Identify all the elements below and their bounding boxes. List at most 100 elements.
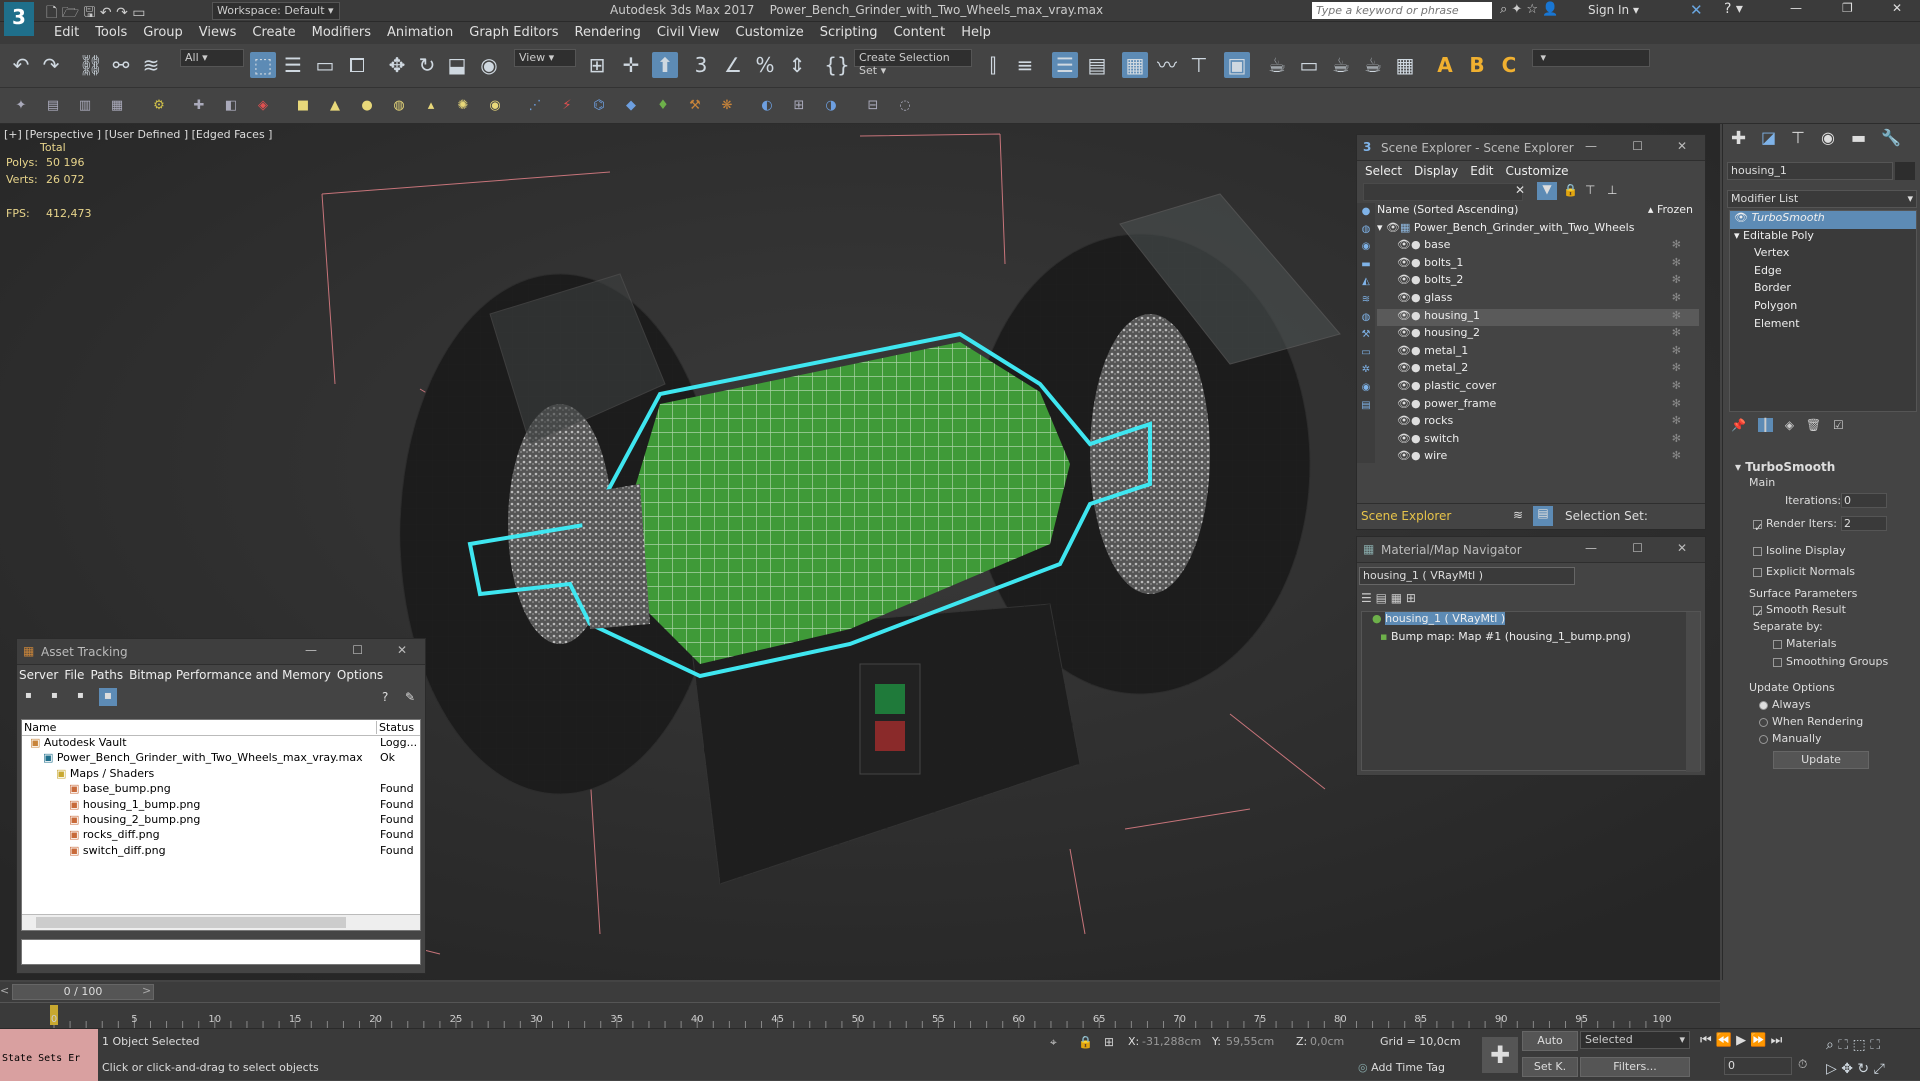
se-filter-icons[interactable]: ● ◍ ◉ ▬ ◭ ≋ ◍ ⚒ ▭ ✲ ◉ ▤ xyxy=(1357,203,1375,414)
turbosmooth-rollout-title[interactable]: ▾ TurboSmooth xyxy=(1735,460,1835,474)
tool-icon-20[interactable]: ◌ xyxy=(894,95,916,117)
se-search-field[interactable] xyxy=(1363,183,1523,201)
viewport-nav-controls[interactable]: ⌕ ⛶ ⬚ ⛶ ▷ ✥ ↻ ⤢ xyxy=(1826,1033,1918,1081)
minimize-button[interactable]: — xyxy=(1790,1,1802,15)
tree-item-metal-2[interactable]: 👁● metal_2 ✻ xyxy=(1377,361,1699,379)
rendered-frame-window-icon[interactable]: ▭ xyxy=(1296,52,1322,78)
light-icon[interactable]: ✺ xyxy=(452,95,474,117)
material-navigator-header[interactable]: ▦ Material/Map Navigator — ☐ ✕ xyxy=(1357,537,1705,563)
stack-edge[interactable]: Edge xyxy=(1730,264,1916,282)
freeze-icon[interactable]: ✻ xyxy=(1672,309,1681,322)
eye-icon[interactable]: 👁 xyxy=(1397,291,1411,304)
help-icon[interactable]: ? ▾ xyxy=(1724,1,1743,17)
view-mode-icons[interactable]: ☰ ▤ ▦ ⊞ xyxy=(1361,591,1416,605)
se-menu-display[interactable]: Display xyxy=(1414,164,1458,178)
menu-tools[interactable]: Tools xyxy=(87,22,135,43)
bump-map-node[interactable]: ▪ Bump map: Map #1 (housing_1_bump.png) xyxy=(1362,630,1700,648)
absolute-mode-icon[interactable]: ⊞ xyxy=(1104,1035,1114,1049)
add-time-tag[interactable]: ◎ Add Time Tag xyxy=(1358,1061,1445,1074)
freeze-icon[interactable]: ✻ xyxy=(1672,256,1681,269)
freeze-icon[interactable]: ✻ xyxy=(1672,449,1681,462)
freeze-icon[interactable]: ✻ xyxy=(1672,273,1681,286)
menu-views[interactable]: Views xyxy=(191,22,245,43)
explicit-normals-checkbox[interactable]: Explicit Normals xyxy=(1753,565,1855,578)
search-tools-icons[interactable]: ⌕ ✦ ☆ 👤 xyxy=(1500,2,1558,17)
lock-icon[interactable]: 🔒 xyxy=(1563,183,1578,197)
object-name-field[interactable]: housing_1 xyxy=(1727,162,1893,180)
menu-customize[interactable]: Customize xyxy=(728,22,812,43)
tool-icon-2[interactable]: ▤ xyxy=(42,95,64,117)
freeze-icon[interactable]: ✻ xyxy=(1672,432,1681,445)
set-key-button[interactable]: Set K. xyxy=(1522,1057,1578,1077)
menu-group[interactable]: Group xyxy=(135,22,191,43)
tool-icon-1[interactable]: ✦ xyxy=(10,95,32,117)
close-icon[interactable]: ✕ xyxy=(397,643,407,657)
material-name-field[interactable]: housing_1 ( VRayMtl ) xyxy=(1359,567,1575,585)
window-crossing-icon[interactable]: ⧠ xyxy=(344,52,370,78)
se-menu-customize[interactable]: Customize xyxy=(1506,164,1569,178)
eye-icon[interactable]: 👁 xyxy=(1397,414,1411,427)
stack-polygon[interactable]: Polygon xyxy=(1730,299,1916,317)
close-icon[interactable]: ✕ xyxy=(1677,541,1687,555)
bind-space-warp-icon[interactable]: ≋ xyxy=(138,52,164,78)
motion-tab-icon[interactable]: ◉ xyxy=(1821,128,1835,147)
freeze-icon[interactable]: ✻ xyxy=(1672,291,1681,304)
se-footer-label[interactable]: Scene Explorer xyxy=(1361,509,1451,523)
tool-icon-6[interactable]: ✚ xyxy=(188,95,210,117)
eye-icon[interactable]: 👁 xyxy=(1397,238,1411,251)
tool-icon-8[interactable]: ◈ xyxy=(252,95,274,117)
tool-icon-12[interactable]: ◆ xyxy=(620,95,642,117)
make-unique-icon[interactable]: ◈ xyxy=(1785,418,1794,432)
playback-controls[interactable]: ⏮ ⏪ ▶ ⏩ ⏭ xyxy=(1700,1033,1782,1048)
create-tab-icon[interactable]: ✚ xyxy=(1731,128,1746,149)
unlink-icon[interactable]: ⚯ xyxy=(108,52,134,78)
asset-row[interactable]: ▣ Power_Bench_Grinder_with_Two_Wheels_ma… xyxy=(22,751,420,766)
camera-icon[interactable]: ◉ xyxy=(484,95,506,117)
asset-row[interactable]: ▣ switch_diff.png Found xyxy=(22,844,420,859)
maximize-icon[interactable]: ☐ xyxy=(1632,541,1643,555)
menu-animation[interactable]: Animation xyxy=(379,22,461,43)
reference-coord-dropdown[interactable]: View ▾ xyxy=(514,49,576,67)
eye-icon[interactable]: 👁 xyxy=(1397,449,1411,462)
torus-primitive-icon[interactable]: ◍ xyxy=(388,95,410,117)
asset-row[interactable]: ▣ base_bump.png Found xyxy=(22,782,420,797)
manually-radio[interactable]: Manually xyxy=(1759,732,1822,745)
update-button[interactable]: Update xyxy=(1773,751,1869,769)
scene-explorer-header[interactable]: 3 Scene Explorer - Scene Explorer — ☐ ✕ xyxy=(1357,135,1705,161)
tool-icon-17[interactable]: ⊞ xyxy=(788,95,810,117)
current-frame-field[interactable]: 0 xyxy=(1724,1057,1792,1075)
redo-icon[interactable]: ↷ xyxy=(38,52,64,78)
se-menu-select[interactable]: Select xyxy=(1365,164,1402,178)
menu-graph-editors[interactable]: Graph Editors xyxy=(461,22,566,43)
z-coordinate[interactable]: 0,0cm xyxy=(1310,1035,1364,1048)
always-radio[interactable]: Always xyxy=(1759,698,1811,711)
se-column-header[interactable]: Name (Sorted Ascending) ▴ Frozen xyxy=(1377,203,1699,221)
eye-icon[interactable]: 👁 xyxy=(1397,379,1411,392)
pyramid-primitive-icon[interactable]: ▴ xyxy=(420,95,442,117)
tree-item-base[interactable]: 👁● base ✻ xyxy=(1377,238,1699,256)
stack-element[interactable]: Element xyxy=(1730,317,1916,335)
tree-item-glass[interactable]: 👁● glass ✻ xyxy=(1377,291,1699,309)
next-frame-icon[interactable]: > xyxy=(142,984,151,997)
time-slider[interactable]: 0 / 100 xyxy=(12,984,154,1000)
sphere-primitive-icon[interactable]: ● xyxy=(356,95,378,117)
modify-tab-icon[interactable]: ◪ xyxy=(1761,128,1776,147)
time-config-icon[interactable]: ⏱ xyxy=(1798,1057,1807,1072)
place-icon[interactable]: ◉ xyxy=(476,52,502,78)
eye-icon[interactable]: 👁 xyxy=(1397,309,1411,322)
at-menu-options[interactable]: Options xyxy=(337,668,383,682)
tree-root[interactable]: ▾ 👁▦ Power_Bench_Grinder_with_Two_Wheels xyxy=(1377,221,1699,239)
filters-button[interactable]: Filters... xyxy=(1580,1057,1690,1077)
box-primitive-icon[interactable]: ■ xyxy=(292,95,314,117)
text-c-icon[interactable]: C xyxy=(1496,52,1522,78)
maximize-icon[interactable]: ☐ xyxy=(352,643,363,657)
curve-editor-icon[interactable]: 〰 xyxy=(1154,52,1180,78)
eye-icon[interactable]: 👁 xyxy=(1397,326,1411,339)
align-icon[interactable]: ≡ xyxy=(1012,52,1038,78)
stack-border[interactable]: Border xyxy=(1730,281,1916,299)
render-iters-checkbox[interactable]: ✓ Render Iters: xyxy=(1753,517,1837,534)
named-selection-dropdown[interactable]: Create Selection Set ▾ xyxy=(854,49,972,77)
freeze-icon[interactable]: ✻ xyxy=(1672,379,1681,392)
minimize-icon[interactable]: — xyxy=(1585,541,1597,555)
text-b-icon[interactable]: B xyxy=(1464,52,1490,78)
